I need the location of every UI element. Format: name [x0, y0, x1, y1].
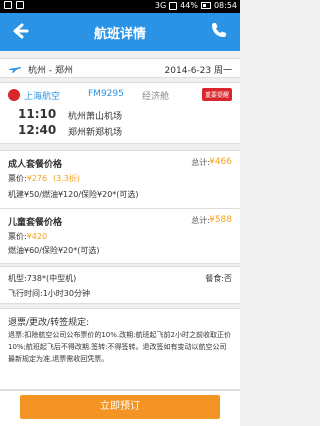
departure-time: 11:10	[18, 107, 57, 121]
adult-price-card: 成人套餐价格 总计: ¥466 票价:¥276 (3.3折) 机建¥50/燃油¥1…	[0, 150, 240, 212]
adult-fare-value: ¥276	[26, 174, 48, 183]
flight-info: 上海航空 FM9295 经济舱 重要提醒 11:10 杭州萧山机场 12:40 …	[0, 82, 240, 144]
notification-icon	[4, 1, 12, 9]
status-left	[4, 1, 24, 9]
book-now-button[interactable]: 立即预订	[20, 395, 220, 419]
route-row: 杭州 - 郑州 2014-6-23 周一	[0, 58, 240, 78]
child-total-price: ¥588	[209, 215, 232, 225]
child-fare-value: ¥420	[26, 232, 48, 241]
cabin-class: 经济舱	[142, 92, 170, 102]
child-total-label: 总计:	[191, 216, 210, 225]
footer-bar: 立即预订	[0, 390, 240, 426]
rules-text: 退票:扣除航空公司公布票价的10%.改期:航班起飞前2小时之前收取正价10%;航…	[8, 331, 231, 363]
adult-total-price: ¥466	[209, 157, 232, 167]
signal-icon	[169, 1, 178, 10]
important-notice-badge[interactable]: 重要提醒	[201, 88, 232, 101]
plane-icon	[9, 67, 21, 73]
child-fare-label: 票价:	[8, 232, 27, 241]
adult-price-title: 成人套餐价格	[8, 160, 63, 170]
flight-misc: 机型:738*(中型机) 餐食:否 飞行时间:1小时30分钟	[0, 266, 240, 304]
adult-fare-label: 票价:	[8, 174, 27, 183]
refund-rules: 退票/更改/转签规定: 退票:扣除航空公司公布票价的10%.改期:航班起飞前2小…	[0, 308, 240, 390]
child-fare-row: 票价:¥420	[8, 231, 47, 242]
child-price-card: 儿童套餐价格 总计: ¥588 票价:¥420 燃油¥60/保险¥20*(可选)	[0, 208, 240, 264]
adult-taxes: 机建¥50/燃油¥120/保险¥20*(可选)	[8, 190, 139, 199]
child-price-title: 儿童套餐价格	[8, 218, 63, 228]
status-bar: 3G 44% 08:54	[0, 0, 240, 13]
flight-duration: 飞行时间:1小时30分钟	[8, 289, 90, 298]
usb-icon	[16, 1, 24, 9]
meal-info: 餐食:否	[205, 274, 232, 283]
adult-discount: (3.3折)	[53, 174, 81, 183]
arrival-time: 12:40	[18, 123, 57, 137]
route-cities: 杭州 - 郑州	[28, 66, 73, 76]
header-bar: 航班详情	[0, 13, 240, 51]
battery-level: 44%	[180, 1, 198, 10]
status-right: 3G 44% 08:54	[155, 1, 237, 10]
child-taxes: 燃油¥60/保险¥20*(可选)	[8, 246, 100, 255]
phone-icon	[212, 23, 226, 37]
adult-total-label: 总计:	[191, 158, 210, 167]
airline-logo-icon	[8, 89, 20, 101]
route-date: 2014-6-23 周一	[164, 66, 232, 76]
aircraft-type: 机型:738*(中型机)	[8, 274, 77, 283]
adult-fare-row: 票价:¥276 (3.3折)	[8, 173, 80, 184]
network-type: 3G	[154, 1, 167, 10]
airline-name: 上海航空	[24, 92, 61, 102]
departure-airport: 杭州萧山机场	[68, 112, 123, 122]
rules-title: 退票/更改/转签规定:	[8, 318, 90, 328]
clock: 08:54	[213, 1, 237, 10]
flight-number: FM9295	[88, 89, 124, 99]
call-button[interactable]	[210, 21, 230, 43]
arrival-airport: 郑州新郑机场	[68, 128, 123, 138]
battery-icon	[200, 2, 211, 9]
page-title: 航班详情	[93, 27, 146, 42]
